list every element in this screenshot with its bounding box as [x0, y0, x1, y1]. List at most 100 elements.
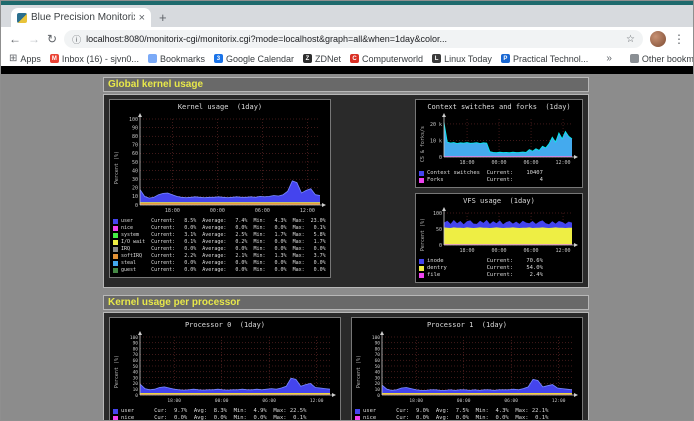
- legend-row: nice Current: 0.0% Average: 0.0% Min: 0.…: [113, 225, 327, 232]
- legend-text: Context switches Current: 10407: [427, 170, 543, 177]
- graph-title: Context switches and forks (1day): [419, 103, 579, 111]
- legend-row: Forks Current: 4: [419, 177, 579, 184]
- svg-text:12:00: 12:00: [310, 398, 324, 404]
- bookmark-label: Bookmarks: [160, 54, 205, 64]
- legend-color-swatch: [355, 416, 360, 420]
- legend-color-swatch: [113, 268, 118, 273]
- bookmark-item[interactable]: MInbox (16) - sjvn0...: [50, 54, 139, 64]
- page-top-strip: [1, 66, 693, 74]
- legend-text: dentry Current: 54.0%: [427, 265, 543, 272]
- google-calendar-icon: 3: [214, 54, 223, 63]
- legend-row: IRQ Current: 0.0% Average: 0.0% Min: 0.0…: [113, 246, 327, 253]
- other-bookmarks[interactable]: Other bookmarks: [630, 54, 693, 64]
- bookmark-star-icon[interactable]: ☆: [626, 34, 635, 45]
- svg-text:70: 70: [132, 143, 138, 149]
- tab-close-icon[interactable]: ×: [139, 12, 145, 24]
- legend-text: user Current: 8.5% Average: 7.4% Min: 4.…: [121, 218, 326, 225]
- svg-text:20: 20: [375, 381, 381, 387]
- legend-text: softIRQ Current: 2.2% Average: 2.1% Min:…: [121, 253, 326, 260]
- navigation-bar: ← → ↻ ⓘ localhost:8080/monitorix-cgi/mon…: [1, 27, 693, 51]
- bookmark-item[interactable]: CComputerworld: [350, 54, 423, 64]
- other-bookmarks-label: Other bookmarks: [642, 54, 693, 64]
- legend-row: steal Current: 0.0% Average: 0.0% Min: 0…: [113, 260, 327, 267]
- svg-text:90: 90: [132, 125, 138, 131]
- profile-avatar[interactable]: [650, 31, 666, 47]
- svg-text:00:00: 00:00: [492, 248, 507, 254]
- chrome-menu-icon[interactable]: ⋮: [673, 32, 685, 46]
- svg-text:60: 60: [375, 358, 381, 364]
- legend-text: Forks Current: 4: [427, 177, 543, 184]
- folder-icon: [630, 54, 639, 63]
- bookmarks-folder-icon: [148, 54, 157, 63]
- legend-row: user Cur: 9.7% Avg: 8.3% Min: 4.9% Max: …: [113, 408, 337, 415]
- svg-text:10 k: 10 k: [430, 138, 442, 144]
- bookmarks-bar: ⊞ Apps MInbox (16) - sjvn0... Bookmarks 3G…: [1, 51, 693, 66]
- graph-vfs-usage[interactable]: VFS usage (1day)Percent (%)05010018:0000…: [415, 193, 583, 283]
- legend-color-swatch: [113, 233, 118, 238]
- legend-color-swatch: [419, 273, 424, 278]
- forward-icon[interactable]: →: [28, 32, 40, 46]
- gmail-icon: M: [50, 54, 59, 63]
- bookmark-item[interactable]: 3Google Calendar: [214, 54, 294, 64]
- legend-color-swatch: [113, 261, 118, 266]
- legend-color-swatch: [113, 409, 118, 414]
- legend-row: dentry Current: 54.0%: [419, 265, 579, 272]
- browser-tab[interactable]: Blue Precision Monitorix ×: [11, 8, 151, 27]
- svg-text:0: 0: [439, 155, 442, 161]
- browser-window: Blue Precision Monitorix × + ← → ↻ ⓘ loc…: [0, 0, 694, 421]
- y-axis-label: Percent (%): [355, 330, 363, 406]
- y-axis-label: Percent (%): [113, 112, 121, 216]
- svg-text:70: 70: [375, 352, 381, 358]
- svg-text:90: 90: [133, 341, 139, 347]
- graph-title: Processor 0 (1day): [113, 321, 337, 329]
- svg-text:80: 80: [132, 134, 138, 140]
- bookmark-item[interactable]: LLinux Today: [432, 54, 492, 64]
- chart-area: Percent (%)010203040506070809010018:0000…: [113, 112, 327, 216]
- apps-shortcut[interactable]: ⊞ Apps: [9, 54, 41, 64]
- back-icon[interactable]: ←: [9, 32, 21, 46]
- apps-label: Apps: [20, 54, 41, 64]
- address-bar[interactable]: ⓘ localhost:8080/monitorix-cgi/monitorix…: [64, 30, 643, 48]
- legend-text: system Current: 3.1% Average: 2.5% Min: …: [121, 232, 326, 239]
- bookmark-label: Google Calendar: [226, 54, 294, 64]
- legend-color-swatch: [113, 247, 118, 252]
- legend-text: file Current: 2.4%: [427, 272, 543, 279]
- legend-row: system Current: 3.1% Average: 2.5% Min: …: [113, 232, 327, 239]
- graph-kernel-usage[interactable]: Kernel usage (1day)Percent (%)0102030405…: [109, 99, 331, 278]
- bookmark-label: ZDNet: [315, 54, 341, 64]
- bookmark-label: Computerworld: [362, 54, 423, 64]
- bookmark-label: Inbox (16) - sjvn0...: [62, 54, 139, 64]
- svg-text:00:00: 00:00: [210, 208, 225, 214]
- chart-image: 05010018:0000:0006:0012:00: [427, 206, 579, 256]
- bookmark-item[interactable]: PPractical Technol...: [501, 54, 588, 64]
- svg-text:90: 90: [375, 341, 381, 347]
- svg-text:40: 40: [375, 370, 381, 376]
- bookmark-item[interactable]: ZZDNet: [303, 54, 341, 64]
- legend-row: nice Cur: 0.0% Avg: 0.0% Min: 0.0% Max: …: [355, 415, 579, 420]
- section-body: Processor 0 (1day)Percent (%)01020304050…: [103, 312, 589, 420]
- svg-text:30: 30: [375, 375, 381, 381]
- legend-text: I/O wait Current: 0.1% Average: 0.2% Min…: [121, 239, 326, 246]
- graph-processor-1[interactable]: Processor 1 (1day)Percent (%)01020304050…: [351, 317, 583, 420]
- svg-text:50: 50: [133, 364, 139, 370]
- graph-context-switches[interactable]: Context switches and forks (1day)CS & fo…: [415, 99, 583, 188]
- page-content: Global kernel usage Kernel usage (1day)P…: [1, 66, 693, 420]
- svg-text:60: 60: [132, 151, 138, 157]
- y-axis-label: Percent (%): [419, 206, 427, 256]
- page-info-icon[interactable]: ⓘ: [72, 33, 81, 46]
- practical-technology-icon: P: [501, 54, 510, 63]
- tab-strip: Blue Precision Monitorix × +: [1, 5, 693, 27]
- svg-text:20 k: 20 k: [430, 122, 442, 128]
- bookmark-label: Practical Technol...: [513, 54, 588, 64]
- svg-text:100: 100: [433, 211, 442, 217]
- legend-color-swatch: [113, 416, 118, 420]
- new-tab-button[interactable]: +: [151, 10, 175, 27]
- graph-processor-0[interactable]: Processor 0 (1day)Percent (%)01020304050…: [109, 317, 341, 420]
- svg-text:20: 20: [132, 186, 138, 192]
- bookmark-item[interactable]: Bookmarks: [148, 54, 205, 64]
- address-url: localhost:8080/monitorix-cgi/monitorix.c…: [86, 34, 621, 44]
- legend-color-swatch: [113, 226, 118, 231]
- graph-legend: user Cur: 9.0% Avg: 7.5% Min: 4.3% Max: …: [355, 408, 579, 420]
- bookmarks-overflow-chevron[interactable]: »: [606, 53, 612, 64]
- reload-icon[interactable]: ↻: [47, 32, 57, 46]
